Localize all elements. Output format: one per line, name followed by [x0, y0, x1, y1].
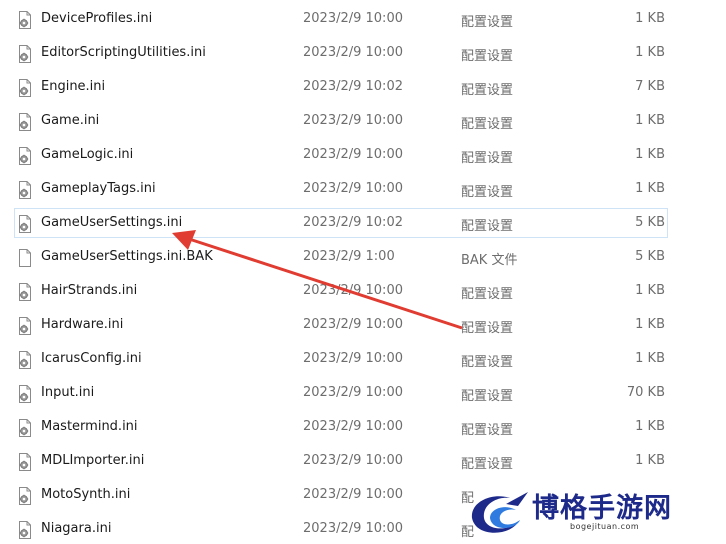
file-size: 1 KB: [635, 453, 665, 468]
file-date-modified: 2023/2/9 10:00: [303, 317, 403, 332]
watermark-brand: 博格手游网: [532, 493, 672, 524]
file-size: 1 KB: [635, 351, 665, 366]
file-type: 配置设置: [461, 389, 514, 404]
config-file-icon: [17, 11, 33, 29]
config-file-icon: [17, 181, 33, 199]
file-size: 1 KB: [635, 147, 665, 162]
file-date-modified: 2023/2/9 10:00: [303, 181, 403, 196]
file-row[interactable]: GameLogic.ini 2023/2/9 10:00 配置设置 1 KB: [14, 140, 668, 170]
config-file-icon: [17, 147, 33, 165]
file-name: HairStrands.ini: [41, 283, 138, 298]
file-date-modified: 2023/2/9 10:00: [303, 45, 403, 60]
file-date-modified: 2023/2/9 10:02: [303, 79, 403, 94]
file-size: 5 KB: [635, 215, 665, 230]
file-type: 配置设置: [461, 287, 514, 302]
file-row[interactable]: EditorScriptingUtilities.ini 2023/2/9 10:…: [14, 38, 668, 68]
file-row[interactable]: GameUserSettings.ini.BAK 2023/2/9 1:00 BAK…: [14, 242, 668, 272]
file-type: 配置设置: [461, 15, 514, 30]
file-type: 配置设置: [461, 49, 514, 64]
config-file-icon: [17, 317, 33, 335]
file-date-modified: 2023/2/9 10:00: [303, 11, 403, 26]
config-file-icon: [17, 453, 33, 471]
file-size: 1 KB: [635, 45, 665, 60]
config-file-icon: [17, 385, 33, 403]
config-file-icon: [17, 351, 33, 369]
file-date-modified: 2023/2/9 10:00: [303, 113, 403, 128]
file-date-modified: 2023/2/9 10:00: [303, 283, 403, 298]
file-row[interactable]: GameplayTags.ini 2023/2/9 10:00 配置设置 1 KB: [14, 174, 668, 204]
blank-file-icon: [17, 249, 33, 267]
file-name: EditorScriptingUtilities.ini: [41, 45, 206, 60]
file-name: Hardware.ini: [41, 317, 124, 332]
file-size: 1 KB: [635, 113, 665, 128]
file-row[interactable]: Engine.ini 2023/2/9 10:02 配置设置 7 KB: [14, 72, 668, 102]
file-date-modified: 2023/2/9 10:00: [303, 147, 403, 162]
file-size: 1 KB: [635, 11, 665, 26]
file-date-modified: 2023/2/9 10:00: [303, 487, 403, 502]
file-date-modified: 2023/2/9 10:00: [303, 453, 403, 468]
file-type: 配置设置: [461, 185, 514, 200]
file-type: 配置设置: [461, 219, 514, 234]
file-row[interactable]: MDLImporter.ini 2023/2/9 10:00 配置设置 1 KB: [14, 446, 668, 476]
file-type: 配置设置: [461, 83, 514, 98]
file-row[interactable]: Input.ini 2023/2/9 10:00 配置设置 70 KB: [14, 378, 668, 408]
file-date-modified: 2023/2/9 10:02: [303, 215, 403, 230]
file-type: BAK 文件: [461, 253, 518, 268]
file-row[interactable]: Mastermind.ini 2023/2/9 10:00 配置设置 1 KB: [14, 412, 668, 442]
file-name: Input.ini: [41, 385, 95, 400]
file-size: 7 KB: [635, 79, 665, 94]
config-file-icon: [17, 113, 33, 131]
watermark: 博格手游网 bogejituan.com: [466, 486, 706, 540]
file-date-modified: 2023/2/9 10:00: [303, 521, 403, 536]
file-name: GameplayTags.ini: [41, 181, 156, 196]
file-row[interactable]: GameUserSettings.ini 2023/2/9 10:02 配置设置 5 …: [14, 208, 668, 238]
file-date-modified: 2023/2/9 10:00: [303, 419, 403, 434]
file-type: 配置设置: [461, 423, 514, 438]
file-name: Niagara.ini: [41, 521, 112, 536]
watermark-logo: [471, 492, 528, 533]
file-size: 70 KB: [626, 385, 665, 400]
file-name: MotoSynth.ini: [41, 487, 131, 502]
file-size: 1 KB: [635, 317, 665, 332]
file-row[interactable]: HairStrands.ini 2023/2/9 10:00 配置设置 1 KB: [14, 276, 668, 306]
config-file-icon: [17, 487, 33, 505]
file-size: 5 KB: [635, 249, 665, 264]
config-file-icon: [17, 215, 33, 233]
file-date-modified: 2023/2/9 10:00: [303, 351, 403, 366]
file-size: 1 KB: [635, 283, 665, 298]
file-date-modified: 2023/2/9 1:00: [303, 249, 395, 264]
file-name: DeviceProfiles.ini: [41, 11, 153, 26]
file-type: 配置设置: [461, 355, 514, 370]
file-name: Game.ini: [41, 113, 100, 128]
file-type: 配置设置: [461, 457, 514, 472]
file-name: GameUserSettings.ini: [41, 215, 183, 230]
file-size: 1 KB: [635, 419, 665, 434]
file-name: GameLogic.ini: [41, 147, 134, 162]
file-name: IcarusConfig.ini: [41, 351, 142, 366]
config-file-icon: [17, 521, 33, 539]
file-type: 配置设置: [461, 117, 514, 132]
file-type: 配置设置: [461, 321, 514, 336]
file-name: GameUserSettings.ini.BAK: [41, 249, 213, 264]
file-type: 配置设置: [461, 151, 514, 166]
config-file-icon: [17, 419, 33, 437]
config-file-icon: [17, 283, 33, 301]
file-date-modified: 2023/2/9 10:00: [303, 385, 403, 400]
file-name: Mastermind.ini: [41, 419, 138, 434]
file-row[interactable]: DeviceProfiles.ini 2023/2/9 10:00 配置设置 1 KB: [14, 4, 668, 34]
file-name: MDLImporter.ini: [41, 453, 145, 468]
file-size: 1 KB: [635, 181, 665, 196]
file-row[interactable]: IcarusConfig.ini 2023/2/9 10:00 配置设置 1 KB: [14, 344, 668, 374]
file-row[interactable]: Hardware.ini 2023/2/9 10:00 配置设置 1 KB: [14, 310, 668, 340]
config-file-icon: [17, 45, 33, 63]
file-row[interactable]: Game.ini 2023/2/9 10:00 配置设置 1 KB: [14, 106, 668, 136]
config-file-icon: [17, 79, 33, 97]
file-name: Engine.ini: [41, 79, 106, 94]
watermark-url: bogejituan.com: [570, 522, 640, 531]
